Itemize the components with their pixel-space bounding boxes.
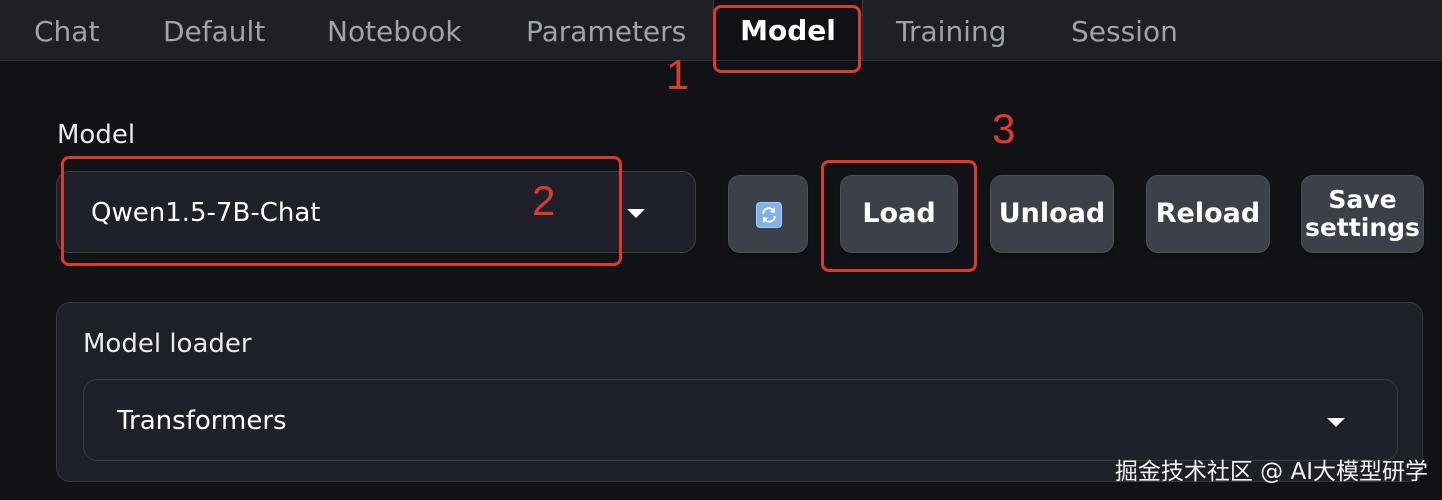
load-button-label: Load <box>862 198 936 229</box>
chevron-down-icon <box>1327 418 1345 427</box>
tab-bar: Chat Default Notebook Parameters Model T… <box>0 0 1442 61</box>
tab-training[interactable]: Training <box>896 14 1006 50</box>
text-generation-webui-page: Chat Default Notebook Parameters Model T… <box>0 0 1442 500</box>
tab-parameters[interactable]: Parameters <box>526 14 686 50</box>
model-loader-dropdown[interactable]: Transformers <box>83 379 1398 461</box>
unload-button-label: Unload <box>998 198 1106 229</box>
model-dropdown-value: Qwen1.5-7B-Chat <box>91 198 321 228</box>
save-settings-label-line2: settings <box>1305 213 1420 242</box>
load-button[interactable]: Load <box>840 175 958 253</box>
save-settings-button[interactable]: Save settings <box>1301 175 1424 253</box>
reload-button[interactable]: Reload <box>1146 175 1270 253</box>
model-loader-label: Model loader <box>83 329 252 359</box>
tab-model[interactable]: Model <box>713 0 863 60</box>
save-settings-label-line1: Save <box>1328 185 1397 214</box>
annotation-number-2: 2 <box>532 177 556 224</box>
tab-notebook[interactable]: Notebook <box>327 14 462 50</box>
model-dropdown[interactable]: Qwen1.5-7B-Chat <box>56 171 696 253</box>
model-label: Model <box>57 120 136 150</box>
chevron-down-icon <box>627 209 645 218</box>
refresh-button[interactable] <box>728 175 808 253</box>
reload-button-label: Reload <box>1155 198 1261 229</box>
annotation-number-1: 1 <box>666 51 690 98</box>
tab-default[interactable]: Default <box>163 14 265 50</box>
unload-button[interactable]: Unload <box>990 175 1114 253</box>
tab-session[interactable]: Session <box>1071 14 1178 50</box>
tab-chat[interactable]: Chat <box>34 14 99 50</box>
model-loader-value: Transformers <box>117 406 287 436</box>
refresh-icon <box>756 202 782 228</box>
annotation-number-3: 3 <box>992 105 1016 152</box>
watermark: 掘金技术社区 @ AI大模型研学 <box>1114 459 1428 485</box>
